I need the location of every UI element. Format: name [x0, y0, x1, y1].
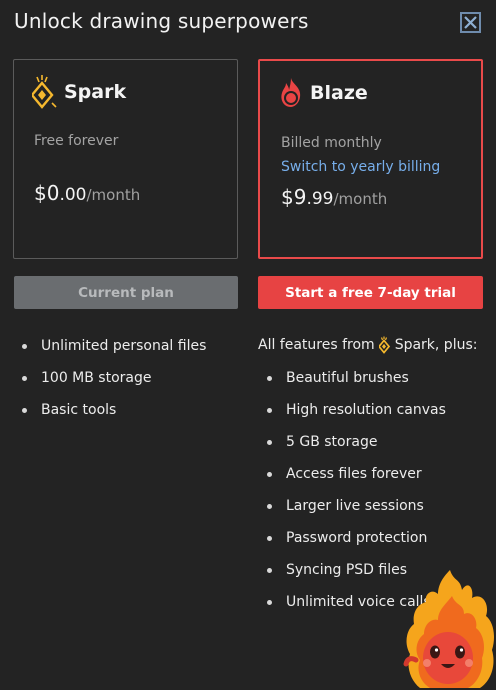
current-plan-button[interactable]: Current plan [14, 276, 238, 309]
spark-plan-card: Spark Free forever $0.00/month [13, 59, 238, 259]
list-item: Basic tools [14, 400, 206, 432]
close-icon [464, 16, 477, 29]
features-intro-prefix: All features from [258, 337, 375, 353]
spark-plan-header: Spark [32, 74, 126, 110]
spark-plan-name: Spark [64, 81, 127, 103]
close-button[interactable] [460, 12, 481, 33]
spark-feature-list: Unlimited personal files 100 MB storage … [14, 336, 206, 432]
switch-yearly-billing-link[interactable]: Switch to yearly billing [281, 159, 440, 175]
list-item: Access files forever [259, 464, 446, 496]
blaze-plan-subtitle: Billed monthly [281, 135, 382, 151]
list-item: 5 GB storage [259, 432, 446, 464]
flame-mascot-illustration [403, 570, 494, 688]
spark-mini-icon [378, 336, 392, 354]
spark-diamond-icon [32, 75, 57, 109]
upgrade-dialog: Unlock drawing superpowers Spark Free fo… [0, 0, 496, 690]
features-intro-plan: Spark [394, 337, 435, 353]
list-item: 100 MB storage [14, 368, 206, 400]
spark-price: $0.00/month [34, 181, 140, 205]
blaze-price: $9.99/month [281, 185, 387, 209]
list-item: Larger live sessions [259, 496, 446, 528]
blaze-price-period: /month [333, 190, 388, 208]
blaze-price-main: $9 [281, 185, 307, 209]
blaze-features-intro: All features from Spark , plus: [258, 336, 477, 354]
blaze-plan-header: Blaze [278, 77, 368, 109]
blaze-flame-icon [281, 78, 301, 107]
spark-plan-subtitle: Free forever [34, 133, 119, 149]
list-item: High resolution canvas [259, 400, 446, 432]
spark-price-main: $0 [34, 181, 60, 205]
start-trial-button[interactable]: Start a free 7-day trial [258, 276, 483, 309]
blaze-plan-name: Blaze [310, 82, 368, 104]
blaze-price-cents: .99 [306, 189, 334, 209]
list-item: Password protection [259, 528, 446, 560]
list-item: Beautiful brushes [259, 368, 446, 400]
dialog-title: Unlock drawing superpowers [14, 9, 309, 33]
spark-price-cents: .00 [59, 185, 87, 205]
features-intro-suffix: , plus: [434, 337, 478, 353]
list-item: Unlimited personal files [14, 336, 206, 368]
blaze-plan-card: Blaze Billed monthly Switch to yearly bi… [258, 59, 483, 259]
spark-price-period: /month [86, 186, 141, 204]
